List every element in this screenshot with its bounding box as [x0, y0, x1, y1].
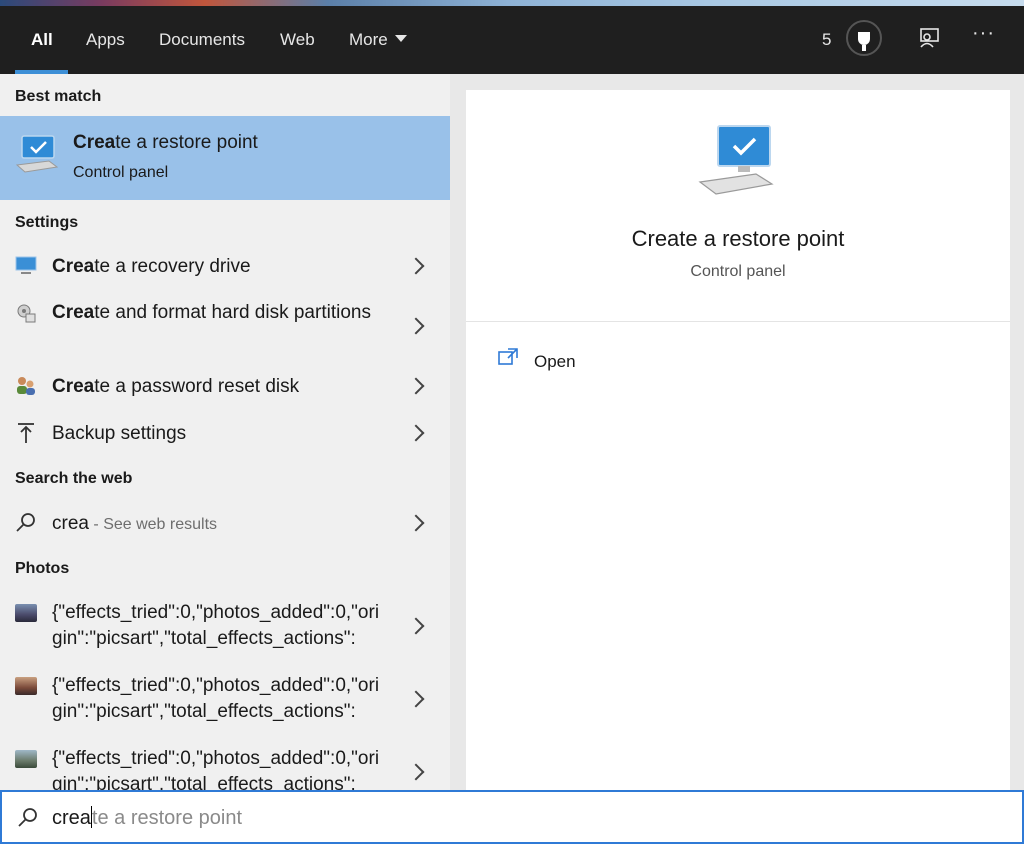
restore-point-icon	[16, 135, 58, 173]
chevron-right-icon[interactable]	[407, 424, 425, 442]
search-scope-tabs-bar: All Apps Documents Web More 5 ···	[0, 6, 1024, 74]
users-icon	[17, 377, 35, 395]
best-match-subtitle: Control panel	[73, 164, 169, 181]
preview-pane: Create a restore point Control panel Ope…	[450, 74, 1024, 790]
rewards-count: 5	[822, 30, 832, 49]
web-result-item[interactable]: crea - See web results	[52, 511, 392, 538]
best-match-title: Create a restore point	[73, 132, 258, 153]
open-action[interactable]: Open	[534, 352, 576, 372]
results-list: Best match Create a restore point Contro…	[0, 74, 450, 790]
tab-apps[interactable]: Apps	[86, 30, 125, 50]
more-options-button[interactable]: ···	[972, 22, 995, 45]
search-box[interactable]: create a restore point	[0, 790, 1024, 844]
tab-more-label: More	[349, 30, 388, 49]
chevron-right-icon[interactable]	[407, 763, 425, 781]
settings-item-format-disk[interactable]: Create and format hard disk partitions	[52, 300, 392, 326]
search-icon	[18, 808, 37, 827]
photo-thumbnail	[15, 604, 37, 622]
settings-item-backup[interactable]: Backup settings	[52, 421, 392, 447]
search-icon	[16, 513, 35, 532]
settings-item-password-reset[interactable]: Create a password reset disk	[52, 374, 392, 400]
tab-documents[interactable]: Documents	[159, 30, 245, 50]
restore-point-icon	[698, 125, 774, 195]
search-input[interactable]: create a restore point	[52, 806, 242, 830]
photo-item[interactable]: {"effects_tried":0,"photos_added":0,"ori…	[52, 746, 382, 790]
open-icon[interactable]	[498, 348, 518, 366]
feedback-icon[interactable]	[918, 27, 940, 49]
best-match-item[interactable]: Create a restore point Control panel	[0, 116, 450, 200]
disk-management-icon	[17, 304, 36, 323]
tab-more[interactable]: More	[349, 30, 407, 50]
chevron-right-icon[interactable]	[407, 257, 425, 275]
section-settings: Settings	[15, 214, 79, 231]
chevron-right-icon[interactable]	[407, 690, 425, 708]
chevron-right-icon[interactable]	[407, 514, 425, 532]
preview-title: Create a restore point	[631, 226, 845, 251]
photo-item[interactable]: {"effects_tried":0,"photos_added":0,"ori…	[52, 673, 382, 725]
monitor-icon	[15, 256, 37, 274]
search-typed-text: crea	[52, 807, 91, 829]
trophy-icon[interactable]	[846, 20, 882, 56]
section-best-match: Best match	[15, 88, 102, 105]
tab-web[interactable]: Web	[280, 30, 315, 50]
chevron-right-icon[interactable]	[407, 617, 425, 635]
photo-item[interactable]: {"effects_tried":0,"photos_added":0,"ori…	[52, 600, 382, 652]
section-photos: Photos	[15, 560, 70, 577]
section-search-web: Search the web	[15, 470, 133, 487]
chevron-right-icon[interactable]	[407, 317, 425, 335]
preview-subtitle: Control panel	[690, 263, 786, 280]
photo-thumbnail	[15, 677, 37, 695]
divider	[466, 321, 1010, 322]
settings-item-recovery-drive[interactable]: Create a recovery drive	[52, 254, 392, 280]
tab-all[interactable]: All	[31, 30, 53, 50]
chevron-right-icon[interactable]	[407, 377, 425, 395]
chevron-down-icon	[394, 35, 407, 42]
photo-thumbnail	[15, 750, 37, 768]
search-autocomplete: te a restore point	[91, 807, 242, 829]
preview-card: Create a restore point Control panel Ope…	[466, 90, 1010, 790]
backup-arrow-icon	[18, 423, 34, 443]
